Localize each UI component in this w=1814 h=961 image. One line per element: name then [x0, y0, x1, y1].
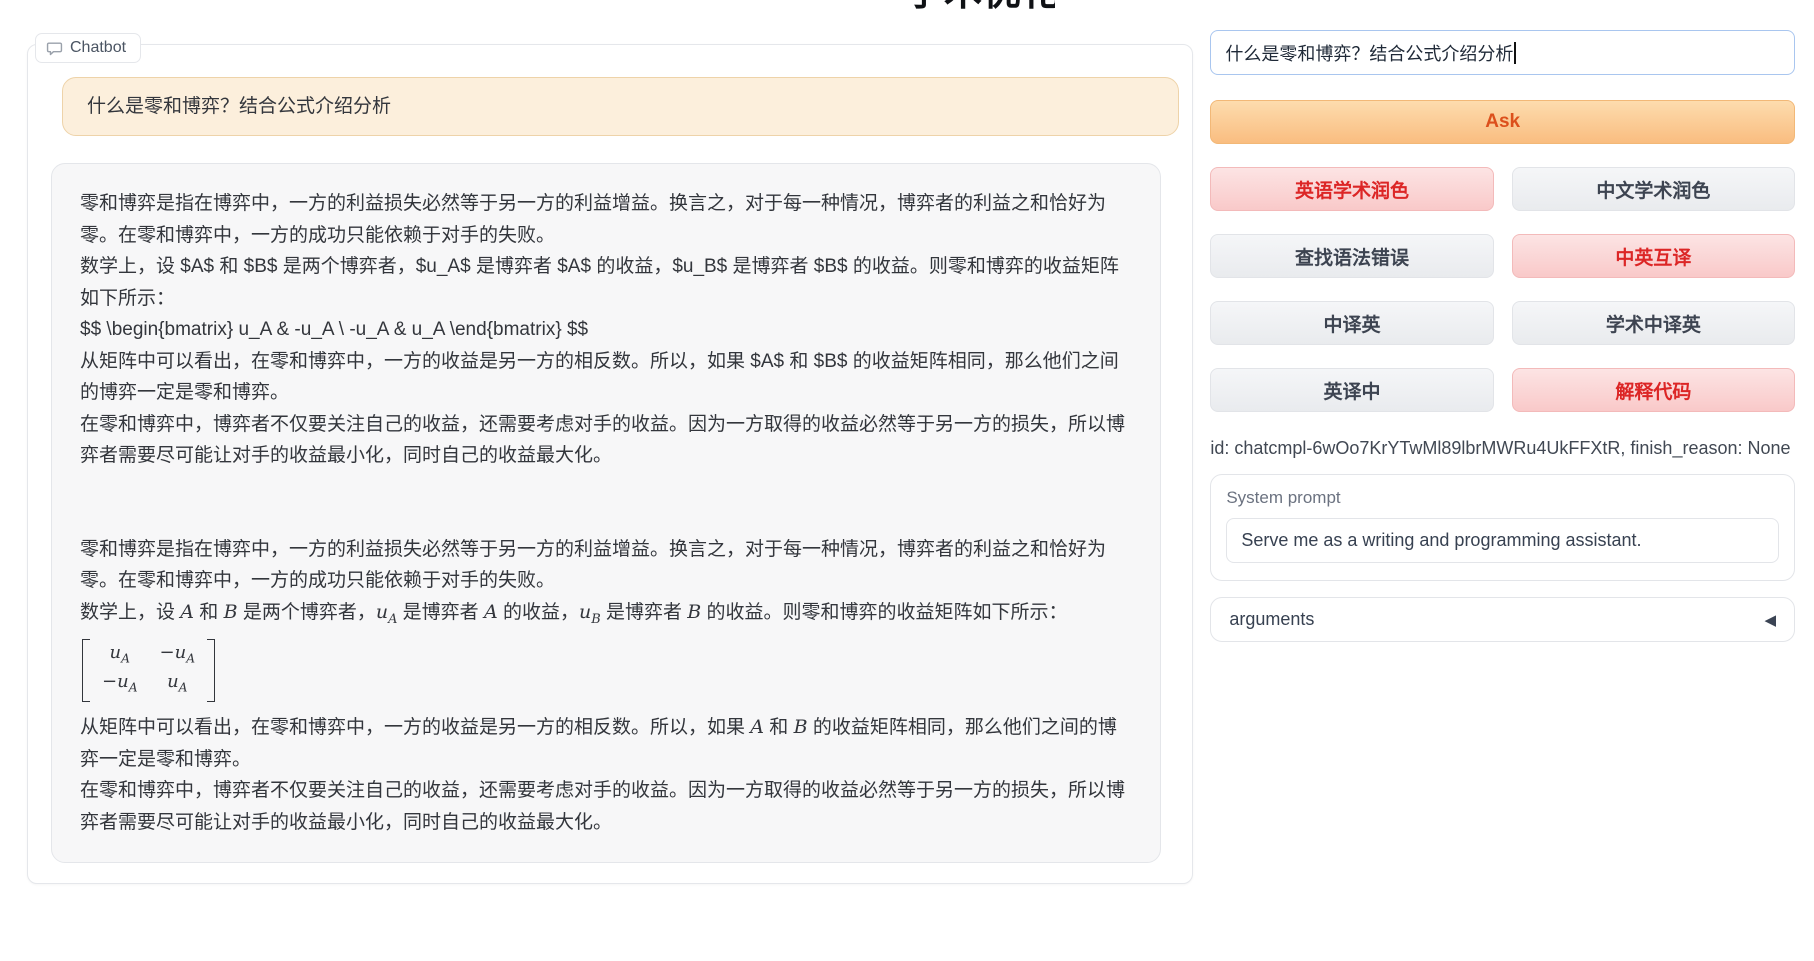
matrix-left-bracket: [82, 639, 90, 702]
matrix-cell-22: uA: [160, 670, 196, 700]
chatbot-label-text: Chatbot: [70, 39, 126, 57]
chat-bubble-icon: [46, 40, 63, 57]
matrix-cell-21: −uA: [102, 670, 138, 700]
bot-formula-raw: $$ \begin{bmatrix} u_A & -u_A \ -u_A & u…: [80, 314, 1132, 346]
text-cursor: [1514, 42, 1516, 64]
arguments-accordion[interactable]: arguments ◀: [1210, 597, 1795, 642]
main-layout: Chatbot 什么是零和博弈？结合公式介绍分析 零和博弈是指在博弈中，一方的利…: [0, 0, 1814, 884]
response-status-line: id: chatcmpl-6wOo7KrYTwMl89lbrMWRu4UkFFX…: [1210, 438, 1795, 459]
button-zh-to-en[interactable]: 中译英: [1210, 301, 1493, 345]
user-message-bubble: 什么是零和博弈？结合公式介绍分析: [62, 77, 1179, 136]
payoff-matrix: uA −uA −uA uA: [80, 635, 1132, 713]
ask-button[interactable]: Ask: [1210, 100, 1795, 144]
question-input-value: 什么是零和博弈？结合公式介绍分析: [1225, 40, 1513, 66]
arguments-accordion-label: arguments: [1229, 609, 1314, 630]
chatbot-label: Chatbot: [35, 33, 141, 63]
button-zh-en-mutual-translate[interactable]: 中英互译: [1512, 234, 1795, 278]
bot-paragraph-3-rendered: 从矩阵中可以看出，在零和博弈中，一方的收益是另一方的相反数。所以，如果 A 和 …: [80, 712, 1132, 775]
matrix-cell-11: uA: [102, 641, 138, 671]
bot-paragraph-4-rendered: 在零和博弈中，博弈者不仅要关注自己的收益，还需要考虑对手的收益。因为一方取得的收…: [80, 775, 1132, 838]
bot-paragraph-4: 在零和博弈中，博弈者不仅要关注自己的收益，还需要考虑对手的收益。因为一方取得的收…: [80, 409, 1132, 472]
bot-message-bubble: 零和博弈是指在博弈中，一方的利益损失必然等于另一方的利益增益。换言之，对于每一种…: [51, 163, 1161, 863]
bot-math-line: 数学上，设 A 和 B 是两个博弈者，uA 是博弈者 A 的收益，uB 是博弈者…: [80, 597, 1132, 635]
bot-paragraph-1: 零和博弈是指在博弈中，一方的利益损失必然等于另一方的利益增益。换言之，对于每一种…: [80, 188, 1132, 251]
chatbot-panel: Chatbot 什么是零和博弈？结合公式介绍分析 零和博弈是指在博弈中，一方的利…: [27, 44, 1193, 884]
control-sidebar: 什么是零和博弈？结合公式介绍分析 Ask 英语学术润色 中文学术润色 查找语法错…: [1210, 30, 1795, 642]
button-chinese-academic-polish[interactable]: 中文学术润色: [1512, 167, 1795, 211]
bot-paragraph-1-rendered: 零和博弈是指在博弈中，一方的利益损失必然等于另一方的利益增益。换言之，对于每一种…: [80, 534, 1132, 597]
button-find-grammar-errors[interactable]: 查找语法错误: [1210, 234, 1493, 278]
quick-action-grid: 英语学术润色 中文学术润色 查找语法错误 中英互译 中译英 学术中译英 英译中 …: [1210, 167, 1795, 412]
matrix-cell-12: −uA: [160, 641, 196, 671]
system-prompt-label: System prompt: [1226, 488, 1779, 508]
user-message-text: 什么是零和博弈？结合公式介绍分析: [87, 96, 391, 117]
bot-paragraph-3-raw: 从矩阵中可以看出，在零和博弈中，一方的收益是另一方的相反数。所以，如果 $A$ …: [80, 346, 1132, 409]
button-academic-zh-to-en[interactable]: 学术中译英: [1512, 301, 1795, 345]
message-gap: [80, 472, 1132, 534]
button-en-to-zh[interactable]: 英译中: [1210, 368, 1493, 412]
system-prompt-input[interactable]: Serve me as a writing and programming as…: [1226, 518, 1779, 563]
matrix-right-bracket: [207, 639, 215, 702]
button-english-academic-polish[interactable]: 英语学术润色: [1210, 167, 1493, 211]
collapse-arrow-icon[interactable]: ◀: [1764, 611, 1776, 629]
system-prompt-group: System prompt Serve me as a writing and …: [1210, 474, 1795, 581]
question-input[interactable]: 什么是零和博弈？结合公式介绍分析: [1210, 30, 1795, 75]
bot-paragraph-2-raw: 数学上，设 $A$ 和 $B$ 是两个博弈者，$u_A$ 是博弈者 $A$ 的收…: [80, 251, 1132, 314]
button-explain-code[interactable]: 解释代码: [1512, 368, 1795, 412]
